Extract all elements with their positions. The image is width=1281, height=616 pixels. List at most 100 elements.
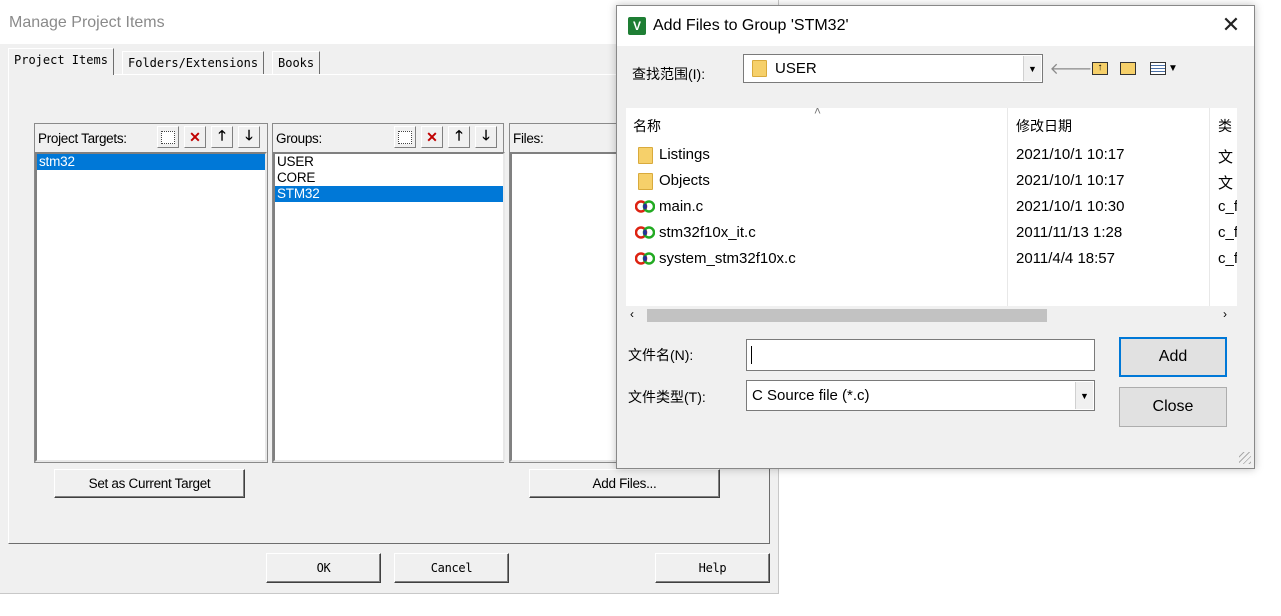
- add-files-dialog: V Add Files to Group 'STM32' ✕ 查找范围(I): …: [616, 5, 1255, 469]
- horizontal-scrollbar[interactable]: ‹ ›: [626, 306, 1237, 324]
- delete-target-button[interactable]: ✕: [184, 126, 206, 148]
- new-target-button[interactable]: [157, 126, 179, 148]
- file-row-objects[interactable]: Objects 2021/10/1 10:17 文: [626, 168, 1237, 194]
- c-file-icon: [635, 200, 655, 213]
- file-type: 文: [1218, 149, 1234, 166]
- groups-header: Groups:: [276, 131, 322, 146]
- chevron-down-icon[interactable]: ▼: [1023, 56, 1041, 81]
- delete-group-button[interactable]: ✕: [421, 126, 443, 148]
- file-date: 2011/4/4 18:57: [1016, 250, 1115, 267]
- back-icon[interactable]: 🡐: [1050, 58, 1093, 78]
- resize-grip-icon[interactable]: [1239, 452, 1251, 464]
- add-files-button[interactable]: Add Files...: [529, 469, 720, 498]
- move-down-icon: 🡓: [482, 127, 490, 143]
- filetype-dropdown[interactable]: C Source file (*.c) ▼: [746, 380, 1095, 411]
- files-group: Files:: [509, 123, 629, 463]
- view-menu-button[interactable]: ▼: [1146, 58, 1182, 78]
- file-row-listings[interactable]: Listings 2021/10/1 10:17 文: [626, 142, 1237, 168]
- filename-input[interactable]: [746, 339, 1095, 371]
- chevron-down-icon[interactable]: ▼: [1075, 382, 1093, 409]
- close-icon[interactable]: ✕: [1217, 14, 1245, 38]
- filetype-value: C Source file (*.c): [752, 387, 870, 404]
- chevron-right-icon[interactable]: ›: [1223, 307, 1227, 321]
- cancel-button[interactable]: Cancel: [394, 553, 509, 583]
- up-folder-button[interactable]: ↑: [1089, 58, 1111, 78]
- files-header: Files:: [513, 131, 544, 146]
- new-folder-icon: [1120, 61, 1136, 75]
- project-targets-group: Project Targets: ✕ 🡑 🡓 stm32: [34, 123, 268, 463]
- file-date: 2021/10/1 10:17: [1016, 172, 1125, 189]
- chevron-down-icon: ▼: [1168, 62, 1178, 74]
- move-target-up-button[interactable]: 🡑: [211, 126, 233, 148]
- file-date: 2021/10/1 10:30: [1016, 198, 1125, 215]
- manage-dialog-title: Manage Project Items: [9, 14, 165, 31]
- close-button[interactable]: Close: [1119, 387, 1227, 427]
- delete-icon: ✕: [426, 128, 438, 145]
- file-name: stm32f10x_it.c: [659, 224, 756, 241]
- chevron-left-icon[interactable]: ‹: [630, 307, 634, 321]
- files-listbox[interactable]: [510, 152, 628, 462]
- up-folder-icon: ↑: [1092, 61, 1108, 75]
- view-menu-icon: [1150, 61, 1167, 75]
- add-files-title: Add Files to Group 'STM32': [653, 17, 849, 34]
- help-button[interactable]: Help: [655, 553, 770, 583]
- add-files-titlebar: V Add Files to Group 'STM32' ✕: [617, 6, 1254, 46]
- set-current-target-button[interactable]: Set as Current Target: [54, 469, 245, 498]
- c-file-icon: [635, 226, 655, 239]
- add-button[interactable]: Add: [1119, 337, 1227, 377]
- column-header-type[interactable]: 类: [1218, 116, 1232, 136]
- file-name: main.c: [659, 198, 704, 215]
- file-name: system_stm32f10x.c: [659, 250, 796, 267]
- move-down-icon: 🡓: [245, 127, 253, 143]
- file-type: c_f: [1218, 250, 1237, 267]
- look-in-label: 查找范围(I):: [632, 66, 706, 82]
- group-item-core[interactable]: CORE: [275, 170, 503, 186]
- move-target-down-button[interactable]: 🡓: [238, 126, 260, 148]
- file-row-system-stm32f10x-c[interactable]: system_stm32f10x.c 2011/4/4 18:57 c_f: [626, 246, 1237, 272]
- scrollbar-thumb[interactable]: [647, 309, 1047, 322]
- tab-folders-extensions[interactable]: Folders/Extensions: [122, 51, 265, 74]
- folder-icon: [638, 173, 653, 190]
- file-name: Listings: [659, 146, 710, 163]
- groups-listbox[interactable]: USER CORE STM32: [273, 152, 505, 462]
- group-item-stm32[interactable]: STM32: [275, 186, 503, 202]
- group-item-user[interactable]: USER: [275, 154, 503, 170]
- file-type: c_f: [1218, 224, 1237, 241]
- new-folder-button[interactable]: [1117, 58, 1139, 78]
- folder-icon: [638, 147, 653, 164]
- file-name: Objects: [659, 172, 710, 189]
- move-group-up-button[interactable]: 🡑: [448, 126, 470, 148]
- targets-listbox[interactable]: stm32: [35, 152, 267, 462]
- look-in-value: USER: [775, 60, 817, 77]
- file-type: c_f: [1218, 198, 1237, 215]
- move-up-icon: 🡑: [455, 127, 463, 143]
- project-targets-header: Project Targets:: [38, 131, 127, 146]
- file-row-main-c[interactable]: main.c 2021/10/1 10:30 c_f: [626, 194, 1237, 220]
- ok-button[interactable]: OK: [266, 553, 381, 583]
- groups-group: Groups: ✕ 🡑 🡓 USER CORE STM32: [272, 123, 505, 463]
- text-cursor: [751, 346, 752, 364]
- new-icon: [161, 130, 175, 144]
- column-header-name[interactable]: 名称: [633, 116, 661, 136]
- c-file-icon: [635, 252, 655, 265]
- folder-icon: [752, 60, 767, 77]
- file-date: 2021/10/1 10:17: [1016, 146, 1125, 163]
- delete-icon: ✕: [189, 128, 201, 145]
- keil-app-icon: V: [628, 17, 646, 35]
- file-list[interactable]: ˄ 名称 修改日期 类 Listings 2021/10/1 10:17 文 O…: [626, 108, 1237, 324]
- sort-up-icon: ˄: [814, 108, 822, 118]
- new-icon: [398, 130, 412, 144]
- tab-project-items[interactable]: Project Items: [8, 48, 114, 75]
- tab-books[interactable]: Books: [272, 51, 321, 74]
- move-up-icon: 🡑: [218, 127, 226, 143]
- move-group-down-button[interactable]: 🡓: [475, 126, 497, 148]
- file-row-stm32f10x-it-c[interactable]: stm32f10x_it.c 2011/11/13 1:28 c_f: [626, 220, 1237, 246]
- look-in-dropdown[interactable]: USER ▼: [743, 54, 1043, 83]
- file-date: 2011/11/13 1:28: [1016, 224, 1123, 241]
- target-item-stm32[interactable]: stm32: [37, 154, 265, 170]
- filetype-label: 文件类型(T):: [628, 389, 706, 405]
- new-group-button[interactable]: [394, 126, 416, 148]
- filename-label: 文件名(N):: [628, 347, 694, 363]
- file-type: 文: [1218, 175, 1234, 192]
- column-header-date[interactable]: 修改日期: [1016, 116, 1072, 136]
